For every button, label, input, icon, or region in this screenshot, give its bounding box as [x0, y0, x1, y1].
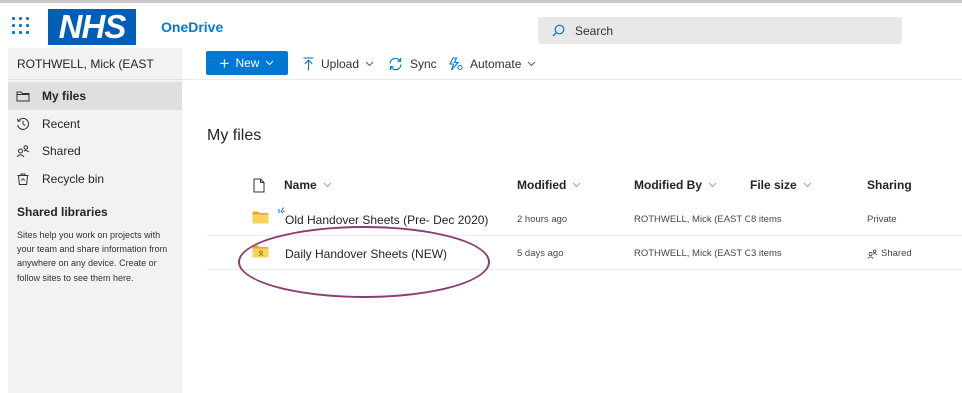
name-column-label: Name — [284, 178, 317, 192]
new-item-marker-icon — [278, 207, 285, 214]
people-icon — [15, 143, 31, 159]
nav-item-label: My files — [42, 89, 87, 103]
recycle-bin-icon — [15, 171, 31, 187]
modified-column-header[interactable]: Modified — [517, 178, 581, 192]
upload-icon — [303, 57, 314, 71]
sharing-label: Shared — [881, 248, 912, 259]
clock-icon — [15, 116, 31, 132]
modified-by-column-label: Modified By — [634, 178, 702, 192]
plus-icon: + — [219, 53, 230, 73]
upload-label: Upload — [321, 57, 360, 71]
automate-button[interactable]: Automate — [448, 54, 543, 74]
sync-icon — [389, 57, 402, 71]
search-box[interactable]: Search — [538, 17, 902, 44]
sharing-column-label: Sharing — [867, 178, 912, 192]
left-navigation: ROTHWELL, Mick (EAST My files Recent Sha… — [8, 48, 182, 393]
top-bar: NHS OneDrive Search — [0, 0, 962, 48]
sharing-cell: Shared — [867, 248, 912, 259]
people-icon — [867, 249, 878, 259]
sync-label: Sync — [410, 57, 437, 71]
new-button-label: New — [235, 56, 260, 70]
nav-item-shared[interactable]: Shared — [8, 137, 182, 165]
new-button[interactable]: + New — [206, 51, 288, 75]
modified-cell: 5 days ago — [517, 248, 564, 259]
upload-button[interactable]: Upload — [303, 54, 381, 74]
search-placeholder: Search — [575, 23, 614, 38]
nav-item-label: Recycle bin — [42, 172, 105, 186]
file-size-column-header[interactable]: File size — [750, 178, 812, 192]
sharing-cell: Private — [867, 214, 897, 225]
app-launcher-icon[interactable] — [10, 15, 30, 35]
folder-icon — [252, 211, 269, 224]
account-name[interactable]: ROTHWELL, Mick (EAST — [8, 48, 182, 80]
table-row[interactable]: Old Handover Sheets (Pre- Dec 2020) 2 ho… — [207, 202, 962, 236]
nav-item-recycle-bin[interactable]: Recycle bin — [8, 165, 182, 193]
sharing-column-header[interactable]: Sharing — [867, 178, 912, 192]
shared-libraries-description: Sites help you work on projects with you… — [17, 230, 168, 283]
chevron-down-icon — [708, 182, 717, 188]
name-column-header[interactable]: Name — [284, 178, 332, 192]
chevron-down-icon — [365, 61, 374, 67]
app-name-link[interactable]: OneDrive — [161, 19, 223, 35]
file-name-link[interactable]: Old Handover Sheets (Pre- Dec 2020) — [285, 213, 488, 227]
nav-item-label: Recent — [42, 117, 81, 131]
table-row[interactable]: Daily Handover Sheets (NEW) 5 days ago R… — [207, 236, 962, 270]
search-icon — [552, 24, 565, 37]
nav-item-recent[interactable]: Recent — [8, 110, 182, 138]
nhs-logo[interactable]: NHS — [48, 9, 136, 45]
page-title: My files — [207, 127, 262, 144]
file-size-cell: 3 items — [750, 248, 782, 259]
folder-icon — [15, 88, 31, 104]
chevron-down-icon — [266, 60, 274, 66]
nav-item-label: Shared — [42, 144, 81, 158]
file-type-icon — [253, 178, 265, 193]
modified-by-column-header[interactable]: Modified By — [634, 178, 717, 192]
chevron-down-icon — [528, 61, 536, 67]
file-size-cell: 8 items — [750, 214, 782, 225]
file-name-link[interactable]: Daily Handover Sheets (NEW) — [285, 247, 447, 261]
file-type-column-header[interactable] — [253, 178, 265, 193]
automate-label: Automate — [470, 57, 522, 71]
modified-by-cell: ROTHWELL, Mick (EAST CH — [634, 214, 759, 225]
chevron-down-icon — [803, 182, 812, 188]
shared-folder-icon — [252, 245, 269, 258]
shared-libraries-heading: Shared libraries — [17, 205, 108, 219]
automate-icon — [449, 57, 463, 71]
file-size-column-label: File size — [750, 178, 797, 192]
modified-column-label: Modified — [517, 178, 567, 192]
chevron-down-icon — [572, 182, 581, 188]
nav-item-my-files[interactable]: My files — [8, 82, 182, 110]
modified-by-cell: ROTHWELL, Mick (EAST CH — [634, 248, 759, 259]
modified-cell: 2 hours ago — [517, 214, 568, 225]
chevron-down-icon — [323, 182, 332, 188]
sync-button[interactable]: Sync — [388, 54, 437, 74]
command-bar: + New Upload Sync Automate — [182, 48, 962, 80]
